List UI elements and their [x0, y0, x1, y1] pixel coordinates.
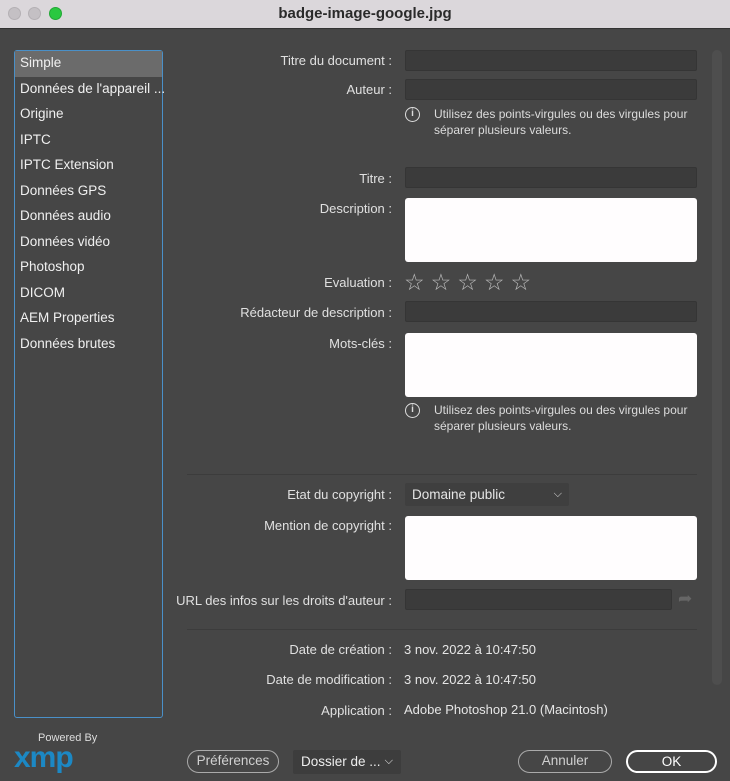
star-icon[interactable]: ☆ [511, 270, 532, 294]
title-bar: badge-image-google.jpg [0, 0, 730, 29]
copyright-url-label: URL des infos sur les droits d'auteur : [176, 593, 392, 608]
star-icon[interactable]: ☆ [404, 270, 425, 294]
copyright-url-input[interactable] [405, 589, 672, 610]
keywords-label: Mots-clés : [329, 336, 392, 351]
description-textarea[interactable] [405, 198, 697, 262]
copyright-status-label: Etat du copyright : [287, 487, 392, 502]
keywords-textarea[interactable] [405, 333, 697, 397]
category-list[interactable]: Simple Données de l'appareil ... Origine… [14, 50, 165, 718]
modified-label: Date de modification : [266, 672, 392, 687]
ok-button[interactable]: OK [626, 750, 717, 773]
xmp-logo: xmp [14, 741, 74, 774]
star-icon[interactable]: ☆ [431, 270, 452, 294]
preferences-button[interactable]: Préférences [187, 750, 279, 773]
doc-title-input[interactable] [405, 50, 697, 71]
description-label: Description : [319, 201, 392, 216]
author-label: Auteur : [346, 82, 392, 97]
sidebar-item-audio[interactable]: Données audio [15, 204, 162, 230]
sidebar-item-iptc-extension[interactable]: IPTC Extension [15, 153, 162, 179]
cancel-button[interactable]: Annuler [518, 750, 612, 773]
doc-title-label: Titre du document : [280, 53, 392, 68]
sidebar-item-video[interactable]: Données vidéo [15, 230, 162, 256]
author-info: i Utilisez des points-virgules ou des vi… [405, 106, 705, 138]
copyright-notice-textarea[interactable] [405, 516, 697, 580]
chevron-down-icon: ⌵ [553, 488, 562, 500]
author-input[interactable] [405, 79, 697, 100]
info-icon: i [405, 107, 420, 122]
open-url-arrow-icon[interactable]: ➦ [678, 589, 692, 609]
sidebar-item-iptc[interactable]: IPTC [15, 128, 162, 154]
chevron-down-icon: ⌵ [384, 755, 393, 767]
desc-writer-label: Rédacteur de description : [240, 305, 392, 320]
title-input[interactable] [405, 167, 697, 188]
desc-writer-input[interactable] [405, 301, 697, 322]
sidebar-item-gps[interactable]: Données GPS [15, 179, 162, 205]
sidebar-item-camera-data[interactable]: Données de l'appareil ... [15, 77, 165, 103]
copyright-notice-label: Mention de copyright : [264, 518, 392, 533]
window-title: badge-image-google.jpg [278, 5, 452, 22]
modified-value: 3 nov. 2022 à 10:47:50 [404, 672, 537, 687]
sidebar-item-dicom[interactable]: DICOM [15, 281, 162, 307]
sidebar-item-photoshop[interactable]: Photoshop [15, 255, 162, 281]
divider [187, 474, 697, 475]
copyright-status-dropdown[interactable]: Domaine public ⌵ [405, 483, 569, 506]
rating-label: Evaluation : [324, 275, 392, 290]
scrollbar[interactable] [712, 50, 722, 685]
sidebar-item-simple[interactable]: Simple [15, 51, 162, 77]
sidebar-item-raw[interactable]: Données brutes [15, 332, 162, 358]
title-label: Titre : [359, 171, 392, 186]
application-value: Adobe Photoshop 21.0 (Macintosh) [404, 702, 608, 717]
created-label: Date de création : [289, 642, 392, 657]
rating-stars[interactable]: ☆ ☆ ☆ ☆ ☆ [404, 270, 531, 294]
divider [187, 629, 697, 630]
keywords-info: i Utilisez des points-virgules ou des vi… [405, 402, 705, 434]
created-value: 3 nov. 2022 à 10:47:50 [404, 642, 537, 657]
star-icon[interactable]: ☆ [484, 270, 505, 294]
star-icon[interactable]: ☆ [457, 270, 478, 294]
info-icon: i [405, 403, 420, 418]
folder-dropdown[interactable]: Dossier de ... ⌵ [293, 750, 401, 774]
sidebar-item-aem[interactable]: AEM Properties [15, 306, 162, 332]
application-label: Application : [321, 703, 392, 718]
sidebar-item-origin[interactable]: Origine [15, 102, 162, 128]
